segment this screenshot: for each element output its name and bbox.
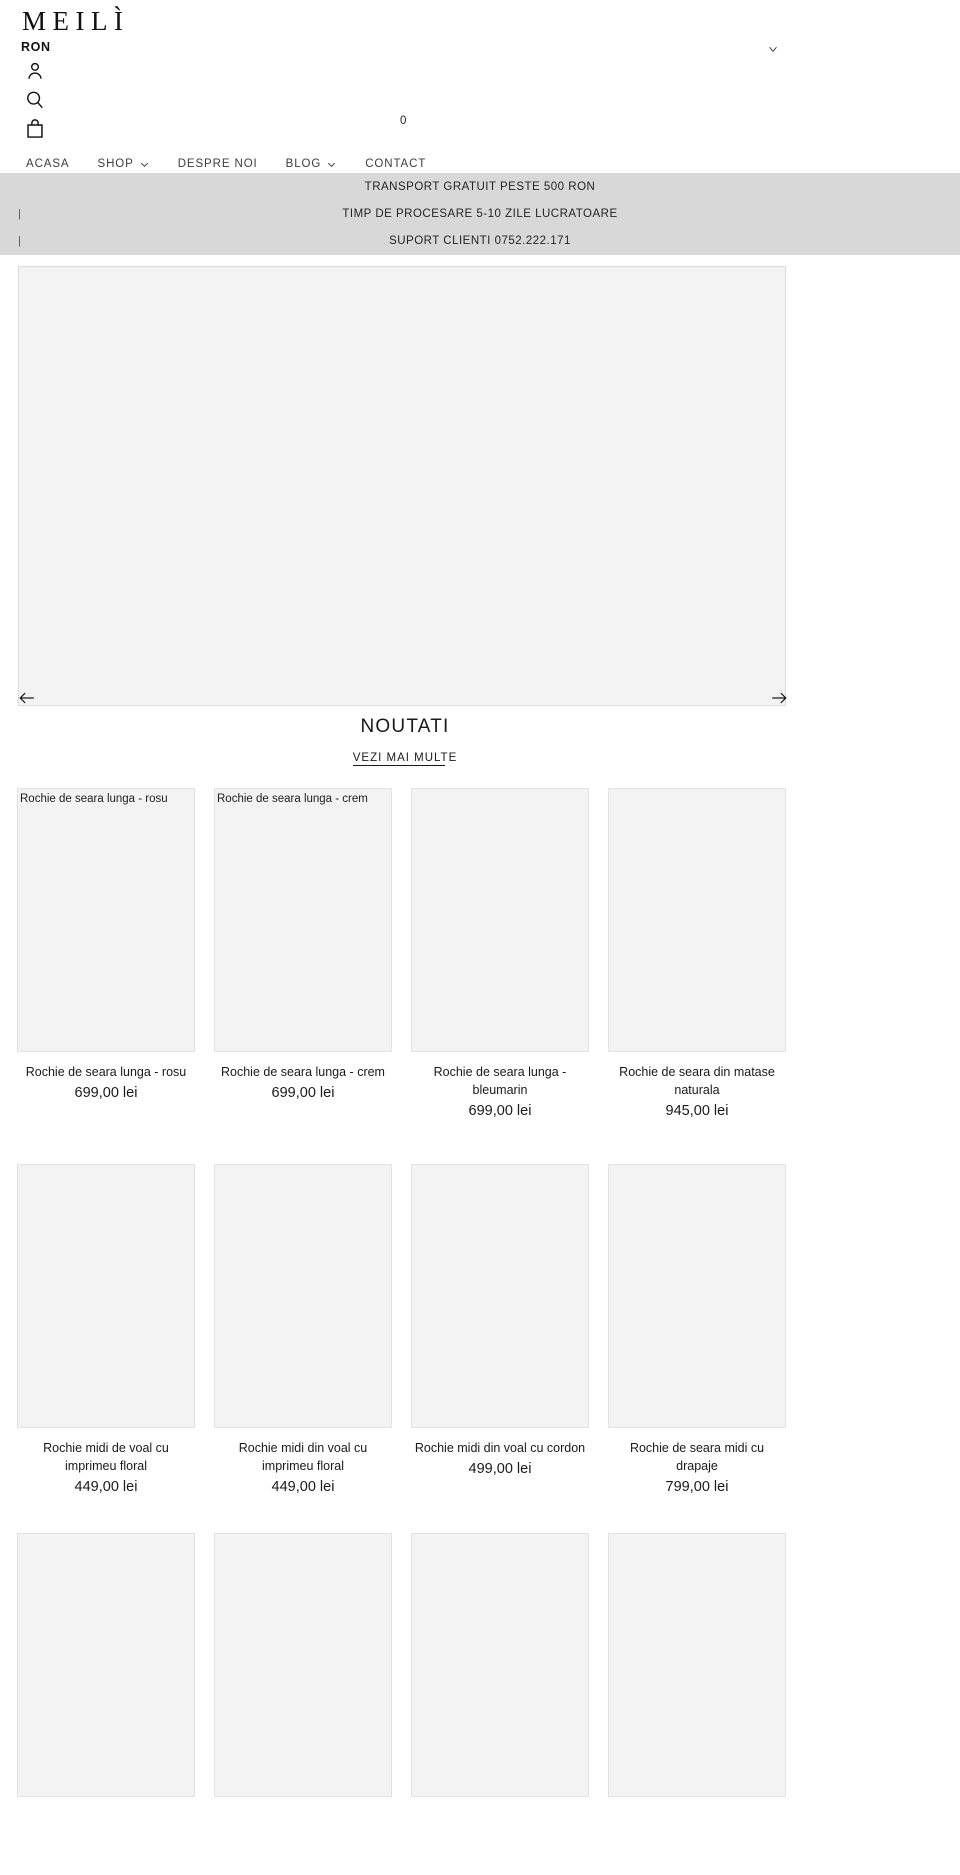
product-image[interactable]	[17, 1163, 195, 1428]
nav-item-label: DESPRE NOI	[177, 158, 258, 170]
product-title[interactable]: Rochie midi din voal cu imprimeu floral	[214, 1439, 392, 1475]
nav-item-label: SHOP	[97, 158, 134, 170]
announcement-separator: |	[18, 207, 21, 220]
header-icon-stack	[24, 60, 50, 144]
chevron-down-icon[interactable]	[766, 42, 780, 56]
product-title[interactable]: Rochie de seara din matase naturala	[608, 1063, 786, 1099]
product-image[interactable]: Rochie de seara lunga - crem	[214, 788, 392, 1052]
product-image[interactable]	[214, 1163, 392, 1428]
product-card	[608, 1533, 786, 1808]
product-card: Rochie de seara lunga - bleumarin 699,00…	[411, 788, 589, 1122]
announcement-row: TRANSPORT GRATUIT PESTE 500 RON	[0, 173, 960, 200]
product-title[interactable]: Rochie de seara midi cu drapaje	[608, 1439, 786, 1475]
chevron-down-icon	[326, 159, 337, 170]
nav-item-acasa[interactable]: ACASA	[12, 148, 84, 186]
product-title[interactable]: Rochie de seara lunga - crem	[214, 1063, 392, 1081]
product-price: 699,00 lei	[74, 1085, 138, 1102]
product-card: Rochie midi din voal cu imprimeu floral …	[214, 1163, 392, 1498]
product-image[interactable]	[411, 1533, 589, 1798]
nav-item-label: BLOG	[285, 158, 322, 170]
announcement-text: TRANSPORT GRATUIT PESTE 500 RON	[364, 180, 596, 193]
product-card	[411, 1533, 589, 1808]
announcement-row: | TIMP DE PROCESARE 5-10 ZILE LUCRATOARE	[0, 200, 960, 227]
product-grid: Rochie de seara lunga - rosu Rochie de s…	[17, 788, 943, 1808]
product-card: Rochie midi de voal cu imprimeu floral 4…	[17, 1163, 195, 1498]
hero-slider[interactable]	[18, 266, 786, 706]
product-price: 799,00 lei	[665, 1478, 729, 1495]
nav-item-despre-noi[interactable]: DESPRE NOI	[164, 148, 272, 186]
product-card: Rochie de seara din matase naturala 945,…	[608, 788, 786, 1122]
product-card: Rochie de seara lunga - crem Rochie de s…	[214, 788, 392, 1122]
section-header: NOUTATI VEZI MAI MULTE	[0, 716, 810, 766]
view-more-link[interactable]: VEZI MAI MULTE	[352, 752, 458, 766]
announcement-row: | SUPORT CLIENTI 0752.222.171	[0, 227, 960, 254]
chevron-down-icon	[139, 159, 150, 170]
shopping-bag-icon[interactable]	[24, 118, 50, 144]
product-title[interactable]: Rochie de seara lunga - bleumarin	[411, 1063, 589, 1099]
product-card: Rochie midi din voal cu cordon 499,00 le…	[411, 1163, 589, 1498]
product-price: 699,00 lei	[468, 1103, 532, 1120]
product-image[interactable]	[608, 788, 786, 1052]
product-card: Rochie de seara midi cu drapaje 799,00 l…	[608, 1163, 786, 1498]
product-title[interactable]: Rochie midi de voal cu imprimeu floral	[17, 1439, 195, 1475]
product-image[interactable]: Rochie de seara lunga - rosu	[17, 788, 195, 1052]
product-price: 945,00 lei	[665, 1103, 729, 1120]
account-icon[interactable]	[24, 60, 50, 86]
announcement-text: SUPORT CLIENTI 0752.222.171	[389, 234, 571, 247]
product-price: 499,00 lei	[468, 1460, 532, 1477]
announcement-text: TIMP DE PROCESARE 5-10 ZILE LUCRATOARE	[342, 207, 618, 220]
currency-selector[interactable]: RON	[21, 41, 51, 54]
nav-item-contact[interactable]: CONTACT	[351, 148, 440, 186]
product-price: 449,00 lei	[74, 1478, 138, 1495]
product-image[interactable]	[411, 1163, 589, 1428]
product-card: Rochie de seara lunga - rosu Rochie de s…	[17, 788, 195, 1122]
product-image[interactable]	[214, 1533, 392, 1798]
product-title[interactable]: Rochie de seara lunga - rosu	[17, 1063, 195, 1081]
product-image-alt: Rochie de seara lunga - crem	[217, 793, 368, 805]
cart-count: 0	[400, 115, 407, 127]
product-title[interactable]: Rochie midi din voal cu cordon	[411, 1439, 589, 1457]
announcement-bar: TRANSPORT GRATUIT PESTE 500 RON | TIMP D…	[0, 173, 960, 255]
slider-next-arrow-icon[interactable]	[770, 689, 788, 707]
search-icon[interactable]	[24, 89, 50, 115]
product-price: 699,00 lei	[271, 1085, 335, 1102]
site-header: MEILÌ RON 0	[0, 0, 960, 148]
site-logo[interactable]: MEILÌ	[22, 8, 129, 35]
slider-prev-arrow-icon[interactable]	[18, 689, 36, 707]
product-image[interactable]	[608, 1533, 786, 1798]
nav-item-label: ACASA	[26, 158, 70, 170]
product-image[interactable]	[411, 788, 589, 1052]
nav-list: ACASA SHOP DESPRE NOI BLOG CONTACT	[0, 148, 960, 186]
product-price: 449,00 lei	[271, 1478, 335, 1495]
nav-item-label: CONTACT	[365, 158, 427, 170]
nav-item-blog[interactable]: BLOG	[272, 148, 352, 186]
product-card	[17, 1533, 195, 1808]
product-card	[214, 1533, 392, 1808]
announcement-separator: |	[18, 234, 21, 247]
product-image-alt: Rochie de seara lunga - rosu	[20, 793, 168, 805]
product-image[interactable]	[608, 1163, 786, 1428]
nav-item-shop[interactable]: SHOP	[84, 148, 164, 186]
page-title: NOUTATI	[360, 716, 450, 737]
product-image[interactable]	[17, 1533, 195, 1798]
